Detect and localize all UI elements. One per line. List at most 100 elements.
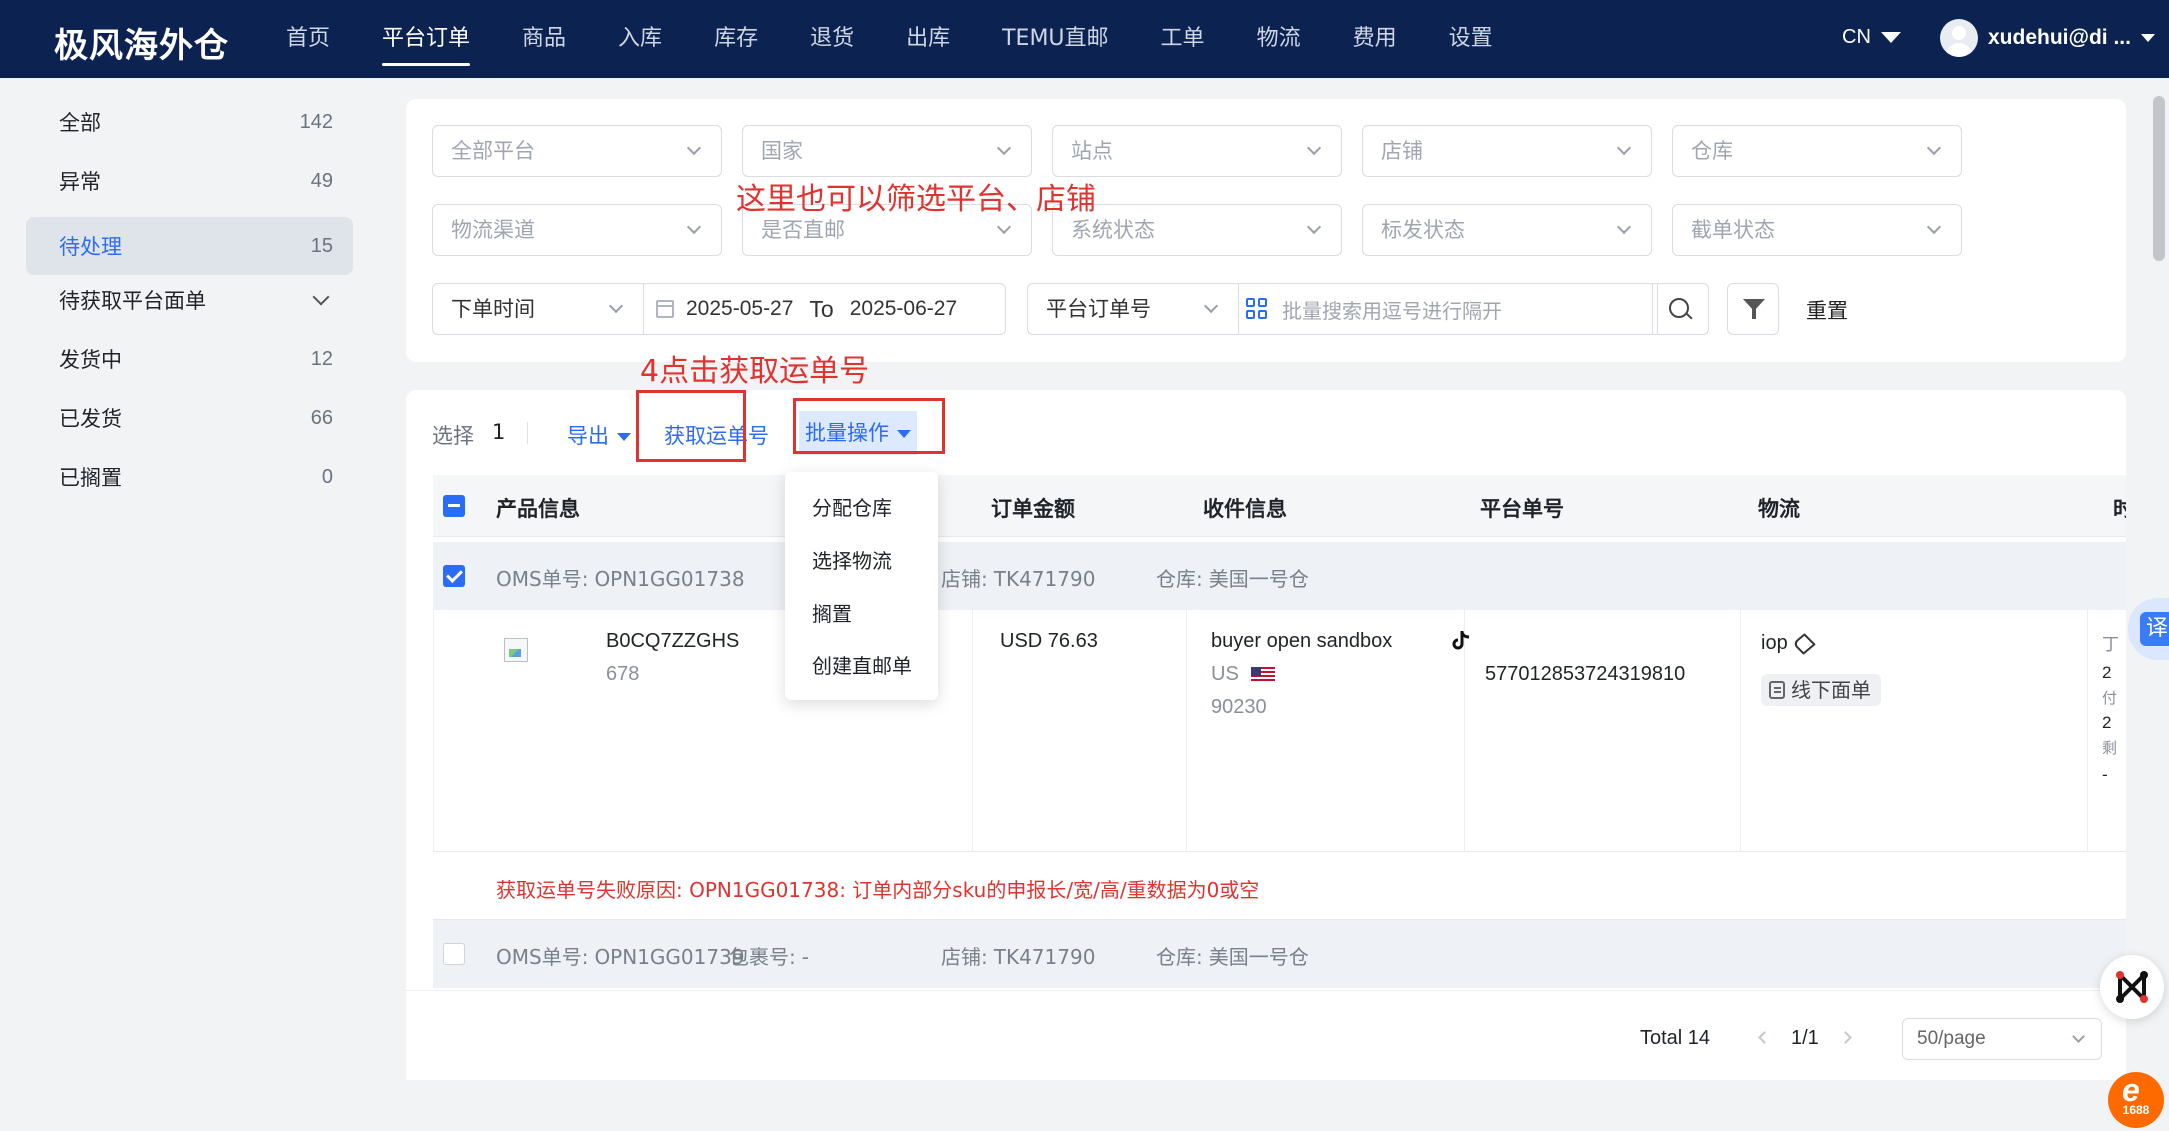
- ai-assistant-button[interactable]: [2100, 955, 2164, 1019]
- language-label: CN: [1842, 26, 1871, 48]
- warehouse-info: 仓库: 美国一号仓: [1156, 567, 1309, 591]
- nav-fees[interactable]: 费用: [1327, 0, 1423, 78]
- sidebar-item-shipped[interactable]: 已发货 66: [26, 389, 353, 447]
- nav-returns[interactable]: 退货: [784, 0, 880, 78]
- error-message: 获取运单号失败原因: OPN1GG01738: 订单内部分sku的申报长/宽/高…: [496, 878, 1260, 902]
- main-nav: 首页 平台订单 商品 入库 库存 退货 出库 TEMU直邮 工单 物流 费用 设…: [260, 0, 1519, 78]
- scrollbar[interactable]: [2153, 96, 2165, 261]
- annotation-filter-note: 这里也可以筛选平台、店铺: [736, 182, 1096, 217]
- nav-outbound[interactable]: 出库: [880, 0, 976, 78]
- select-value: 平台订单号: [1046, 297, 1151, 321]
- search-type-select[interactable]: 平台订单号: [1027, 283, 1239, 335]
- order-group-header: OMS单号: OPN1GG01739 包裹号: - 店铺: TK471790 仓库: 美…: [433, 920, 2126, 988]
- total-count: Total 14: [1640, 1027, 1711, 1049]
- caret-down-icon: [2140, 34, 2155, 42]
- col-amount: 订单金额: [991, 497, 1075, 521]
- select-placeholder: 仓库: [1691, 139, 1733, 163]
- time-type-select[interactable]: 下单时间: [432, 283, 644, 335]
- mark-ship-status-select[interactable]: 标发状态: [1362, 204, 1652, 256]
- 1688-logo[interactable]: 1688: [2108, 1072, 2164, 1128]
- menu-item-create-direct-mail[interactable]: 创建直邮单: [812, 650, 912, 679]
- time-char: 付: [2102, 690, 2118, 707]
- calendar-icon: [656, 300, 674, 318]
- user-menu[interactable]: xudehui@di ...: [1940, 19, 2155, 57]
- nav-temu-direct[interactable]: TEMU直邮: [976, 0, 1134, 78]
- menu-item-hold[interactable]: 搁置: [812, 598, 852, 627]
- page-indicator: 1/1: [1791, 1027, 1819, 1049]
- selected-count: 1: [492, 420, 506, 444]
- platform-select[interactable]: 全部平台: [432, 125, 722, 177]
- country-select[interactable]: 国家: [742, 125, 1032, 177]
- page-size-select[interactable]: 50/page: [1902, 1018, 2102, 1060]
- caret-down-icon: [1880, 32, 1901, 43]
- shop-info: 店铺: TK471790: [941, 945, 1096, 969]
- table-header: 产品信息 订单金额 收件信息 平台单号 物流 时: [433, 475, 2126, 537]
- brand-logo[interactable]: 极风海外仓: [54, 18, 229, 67]
- search-button[interactable]: [1652, 283, 1709, 335]
- logistics-name: iop: [1761, 632, 1816, 655]
- nav-tickets[interactable]: 工单: [1135, 0, 1231, 78]
- nav-inbound[interactable]: 入库: [592, 0, 688, 78]
- select-all-checkbox[interactable]: [443, 495, 465, 517]
- sidebar-item-shipping[interactable]: 发货中 12: [26, 330, 353, 388]
- sidebar-item-pending[interactable]: 待处理 15: [26, 217, 353, 275]
- nav-products[interactable]: 商品: [496, 0, 592, 78]
- col-platform-no: 平台单号: [1480, 497, 1564, 521]
- chevron-down-icon: [608, 298, 624, 314]
- reset-button[interactable]: 重置: [1806, 295, 1848, 325]
- us-flag-icon: [1250, 666, 1275, 683]
- buyer-name: buyer open sandbox: [1211, 630, 1393, 652]
- col-logistics: 物流: [1758, 497, 1800, 521]
- prev-page-icon[interactable]: [1758, 1031, 1771, 1044]
- sidebar-item-exception[interactable]: 异常 49: [26, 152, 353, 210]
- select-value: 下单时间: [451, 297, 535, 321]
- package-number: 包裹号: -: [729, 945, 809, 969]
- time-char: 2: [2102, 713, 2112, 732]
- sidebar-item-count: 142: [299, 110, 333, 133]
- sidebar-item-all[interactable]: 全部 142: [26, 93, 353, 151]
- export-button[interactable]: 导出: [567, 420, 631, 450]
- row-checkbox[interactable]: [443, 565, 465, 587]
- logistics-channel-select[interactable]: 物流渠道: [432, 204, 722, 256]
- advanced-filter-button[interactable]: [1727, 283, 1779, 335]
- menu-item-select-logistics[interactable]: 选择物流: [812, 545, 892, 574]
- site-select[interactable]: 站点: [1052, 125, 1342, 177]
- sidebar-item-label: 待获取平台面单: [59, 289, 206, 313]
- filter-panel: 全部平台 国家 站点 店铺 仓库 物流渠道 是否直邮 系统状态 标发状态 截单状…: [406, 99, 2126, 362]
- shop-select[interactable]: 店铺: [1362, 125, 1652, 177]
- platform-order-number[interactable]: 577012853724319810: [1485, 663, 1685, 686]
- chevron-down-icon: [996, 219, 1012, 235]
- translate-icon: 译: [2140, 612, 2169, 646]
- nav-settings[interactable]: 设置: [1423, 0, 1519, 78]
- product-sku: B0CQ7ZZGHS: [606, 630, 740, 652]
- warehouse-select[interactable]: 仓库: [1672, 125, 1962, 177]
- language-switch[interactable]: CN: [1842, 26, 1901, 49]
- order-row[interactable]: B0CQ7ZZGHS 678 USD 76.63 buyer open sand…: [433, 610, 2126, 852]
- sidebar-item-count: 49: [310, 169, 333, 192]
- cutoff-status-select[interactable]: 截单状态: [1672, 204, 1962, 256]
- batch-search-input[interactable]: 批量搜索用逗号进行隔开: [1232, 283, 1658, 335]
- edit-icon[interactable]: [1791, 632, 1816, 655]
- nav-logistics[interactable]: 物流: [1231, 0, 1327, 78]
- buyer-zip: 90230: [1211, 696, 1267, 718]
- user-email: xudehui@di ...: [1988, 26, 2131, 49]
- batch-grid-icon: [1246, 298, 1268, 320]
- nav-platform-orders[interactable]: 平台订单: [356, 0, 496, 78]
- select-placeholder: 物流渠道: [451, 218, 535, 242]
- nav-home[interactable]: 首页: [260, 0, 356, 78]
- translate-button[interactable]: 译: [2128, 598, 2169, 660]
- nav-inventory[interactable]: 库存: [688, 0, 784, 78]
- page-size-value: 50/page: [1917, 1028, 1986, 1049]
- row-checkbox[interactable]: [443, 943, 465, 965]
- sidebar-item-count: 12: [310, 347, 333, 370]
- sidebar-item-on-hold[interactable]: 已搁置 0: [26, 448, 353, 506]
- oms-number: OMS单号: OPN1GG01739: [496, 945, 745, 969]
- tiktok-icon: [1452, 631, 1470, 650]
- sidebar-item-awaiting-label[interactable]: 待获取平台面单: [26, 271, 353, 329]
- select-placeholder: 全部平台: [451, 139, 535, 163]
- select-placeholder: 标发状态: [1381, 218, 1465, 242]
- date-range-picker[interactable]: 2025-05-27 To 2025-06-27: [638, 283, 1006, 335]
- menu-item-assign-warehouse[interactable]: 分配仓库: [812, 492, 892, 521]
- next-page-icon[interactable]: [1839, 1031, 1852, 1044]
- product-image[interactable]: [504, 638, 528, 662]
